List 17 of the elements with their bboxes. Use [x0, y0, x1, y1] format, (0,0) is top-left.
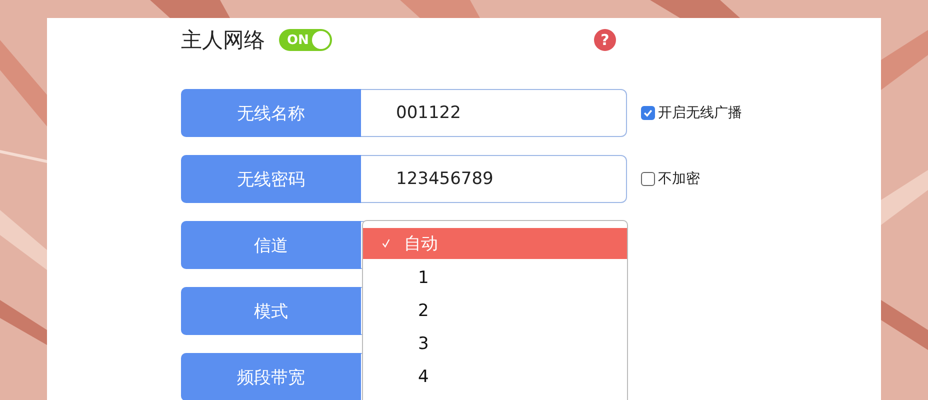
field-label: 信道 [181, 221, 361, 269]
checkbox[interactable] [641, 106, 655, 120]
dropdown-option[interactable]: 1 [363, 261, 627, 294]
checkbox-label: 不加密 [658, 170, 700, 188]
checkbox[interactable] [641, 172, 655, 186]
field-label: 无线密码 [181, 155, 361, 203]
checkbox-label: 开启无线广播 [658, 104, 742, 122]
check-icon [382, 238, 390, 249]
input-field[interactable]: 123456789 [361, 155, 627, 203]
section-title: 主人网络 [181, 27, 265, 54]
field-label: 无线名称 [181, 89, 361, 137]
dropdown-option[interactable]: 3 [363, 327, 627, 360]
field-label: 频段带宽 [181, 353, 361, 400]
input-field[interactable]: 001122 [361, 89, 627, 137]
field-label: 模式 [181, 287, 361, 335]
help-button[interactable]: ? [594, 29, 616, 51]
check-icon [642, 107, 654, 119]
